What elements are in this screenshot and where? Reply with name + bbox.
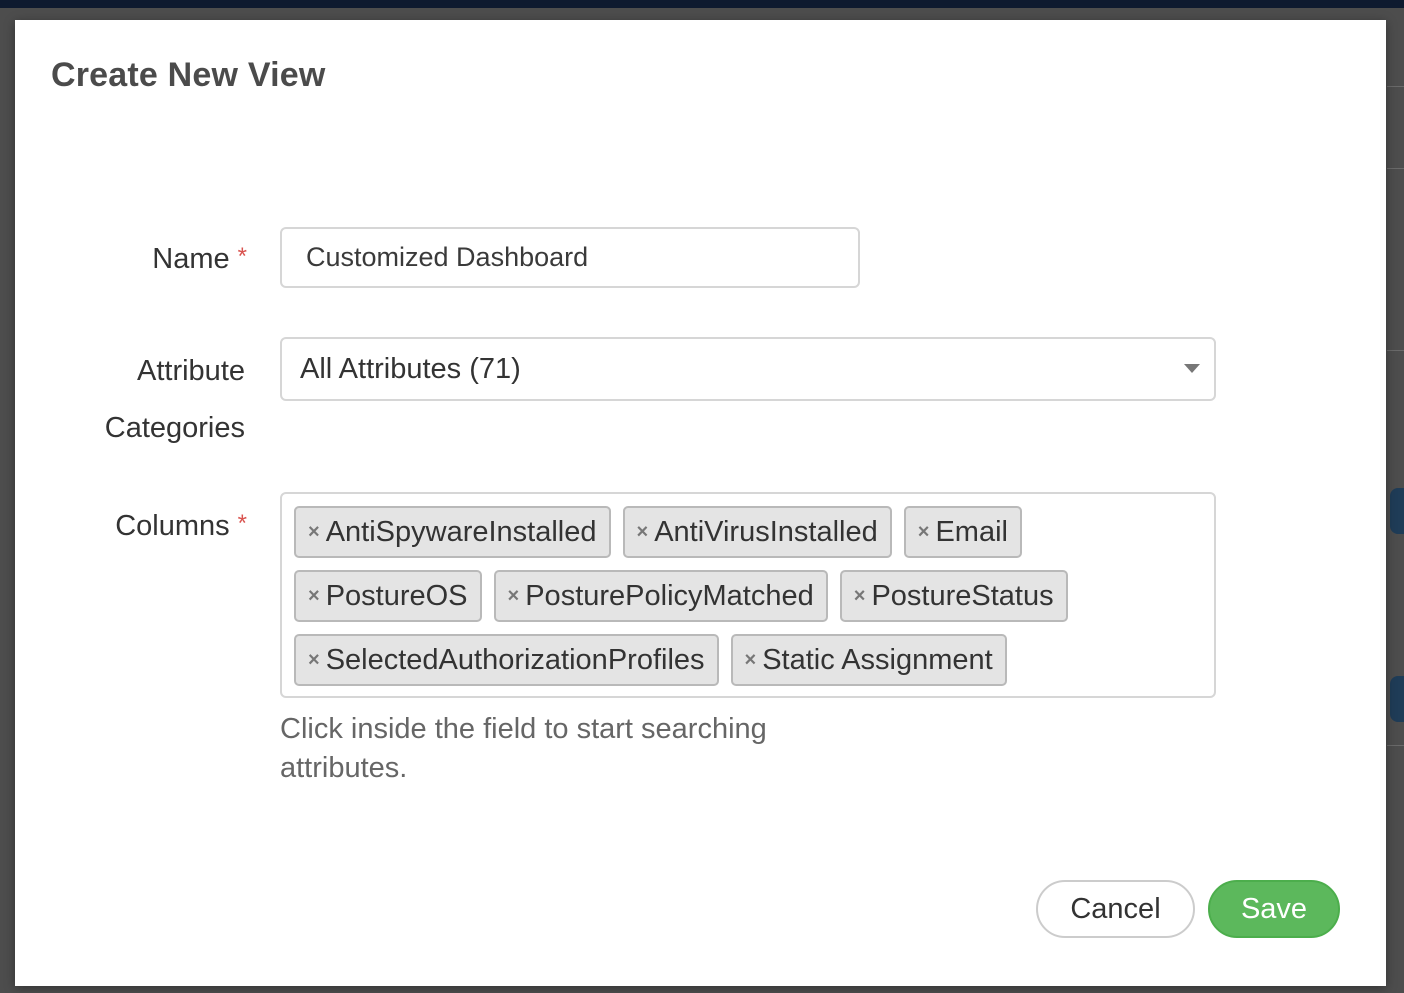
- remove-tag-icon[interactable]: ×: [918, 521, 930, 544]
- save-button[interactable]: Save: [1208, 880, 1340, 938]
- column-tag: × PostureOS: [294, 570, 482, 622]
- column-tag-label: PostureStatus: [871, 579, 1054, 612]
- remove-tag-icon[interactable]: ×: [308, 585, 320, 608]
- column-tag: × AntiSpywareInstalled: [294, 506, 611, 558]
- column-tag-label: Email: [935, 515, 1008, 548]
- tag-row: × PostureOS × PosturePolicyMatched × Pos…: [294, 570, 1214, 622]
- tag-row: × SelectedAuthorizationProfiles × Static…: [294, 634, 1214, 686]
- column-tag: × Email: [903, 506, 1022, 558]
- column-tag-label: Static Assignment: [762, 643, 993, 676]
- attribute-categories-label-line2: Categories: [104, 412, 245, 444]
- name-label: Name *: [15, 231, 247, 289]
- column-tag-label: AntiVirusInstalled: [654, 515, 878, 548]
- remove-tag-icon[interactable]: ×: [637, 521, 649, 544]
- remove-tag-icon[interactable]: ×: [308, 649, 320, 672]
- columns-tag-input[interactable]: × AntiSpywareInstalled × AntiVirusInstal…: [280, 492, 1216, 698]
- columns-label: Columns *: [15, 498, 247, 556]
- column-tag: × PosturePolicyMatched: [493, 570, 828, 622]
- columns-help-text: Click inside the field to start searchin…: [280, 713, 767, 784]
- required-marker: *: [237, 510, 247, 537]
- column-tag-label: AntiSpywareInstalled: [325, 515, 597, 548]
- attribute-categories-label: Attribute Categories: [15, 343, 245, 457]
- create-view-dialog: Create New View Name * Attribute Categori…: [15, 20, 1386, 986]
- backdrop-divider: [1387, 350, 1404, 351]
- columns-label-text: Columns: [115, 510, 230, 542]
- column-tag: × SelectedAuthorizationProfiles: [294, 634, 719, 686]
- name-input[interactable]: [280, 227, 860, 288]
- attribute-categories-selected-value: All Attributes (71): [300, 353, 521, 385]
- backdrop-element: [1390, 676, 1404, 722]
- dialog-title: Create New View: [51, 56, 326, 94]
- remove-tag-icon[interactable]: ×: [508, 585, 520, 608]
- remove-tag-icon[interactable]: ×: [745, 649, 757, 672]
- tag-row: × AntiSpywareInstalled × AntiVirusInstal…: [294, 506, 1214, 558]
- required-marker: *: [237, 243, 247, 270]
- attribute-categories-label-line1: Attribute: [137, 355, 245, 387]
- backdrop-header: [0, 0, 1404, 8]
- column-tag-label: PosturePolicyMatched: [525, 579, 814, 612]
- cancel-button[interactable]: Cancel: [1036, 880, 1195, 938]
- backdrop-element: [1390, 488, 1404, 534]
- column-tag: × AntiVirusInstalled: [622, 506, 892, 558]
- column-tag-label: SelectedAuthorizationProfiles: [325, 643, 705, 676]
- attribute-categories-select[interactable]: All Attributes (71): [280, 337, 1216, 401]
- backdrop-divider: [1387, 168, 1404, 169]
- remove-tag-icon[interactable]: ×: [308, 521, 320, 544]
- column-tag-label: PostureOS: [325, 579, 468, 612]
- backdrop-divider: [1387, 86, 1404, 87]
- caret-down-icon: [1184, 364, 1200, 373]
- backdrop-divider: [1387, 745, 1404, 746]
- name-label-text: Name: [152, 243, 230, 275]
- remove-tag-icon[interactable]: ×: [854, 585, 866, 608]
- column-tag: × Static Assignment: [730, 634, 1007, 686]
- column-tag: × PostureStatus: [839, 570, 1068, 622]
